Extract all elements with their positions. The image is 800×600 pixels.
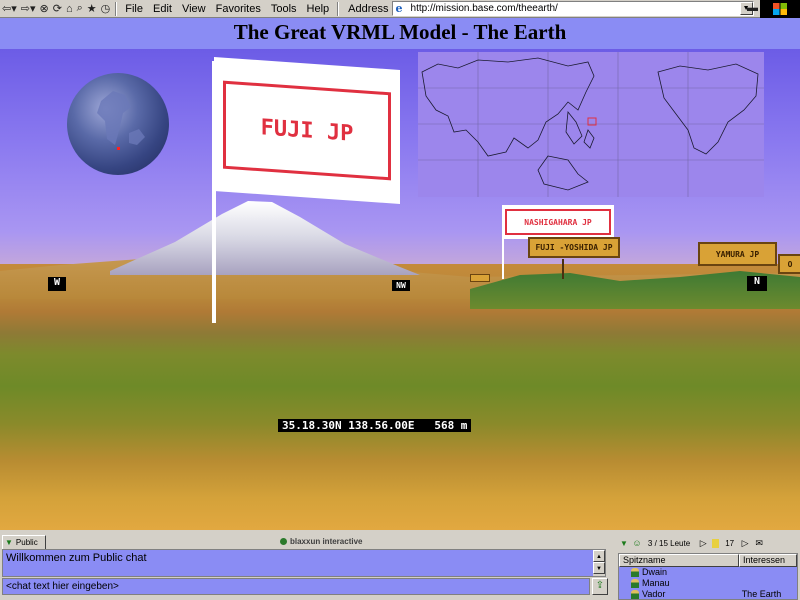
chevron-down-icon[interactable]: ▼ [620, 539, 628, 548]
scroll-up-icon[interactable]: ▲ [593, 550, 605, 562]
stop-icon[interactable]: ⊗ [38, 1, 51, 17]
flag-nashigahara-label: NASHIGAHARA JP [505, 209, 611, 235]
chat-scrollbar[interactable]: ▲ ▼ [593, 550, 605, 576]
avatar-icon [631, 579, 639, 588]
minimize-icon[interactable]: ▬ [745, 0, 760, 16]
back-icon[interactable]: ⇦▾ [0, 1, 19, 17]
people-icon: ☺ [632, 538, 642, 548]
user-name: Dwain [642, 567, 668, 577]
sign-fuji-yoshida[interactable]: FUJI -YOSHIDA JP [528, 237, 620, 258]
user-name: Vador [642, 589, 666, 599]
forward-icon[interactable]: ⇨▾ [19, 1, 38, 17]
coordinates-readout: 35.18.30N 138.56.00E 568 m [278, 419, 472, 432]
page-title: The Great VRML Model - The Earth [0, 18, 800, 49]
menu-favorites[interactable]: Favorites [211, 3, 266, 15]
list-item[interactable]: Dwain [619, 567, 797, 578]
toolbar-separator [115, 1, 118, 16]
avatar-icon [631, 568, 639, 577]
direction-label-northwest: NW [392, 280, 410, 291]
refresh-icon[interactable]: ⟳ [51, 1, 64, 17]
location-marker [117, 147, 120, 150]
user-interests [738, 567, 797, 578]
page-icon: e [395, 1, 403, 15]
people-count: 3 / 15 Leute [647, 538, 691, 548]
mount-fuji [110, 201, 420, 275]
menu-help[interactable]: Help [302, 3, 335, 15]
people-panel: ▼ ☺ 3 / 15 Leute ▷ 17 ▷ ✉ Spitzname Inte… [616, 533, 800, 600]
page-icon [712, 538, 720, 548]
sign-yamura[interactable]: YAMURA JP [698, 242, 777, 266]
flag-nashigahara[interactable]: NASHIGAHARA JP [502, 205, 614, 239]
menu-tools[interactable]: Tools [266, 3, 302, 15]
sign-edge[interactable]: O [778, 254, 800, 274]
search-icon[interactable]: ⌕ [75, 1, 85, 17]
play-icon[interactable]: ▷ [698, 538, 708, 548]
flag-fuji-label: FUJI JP [223, 80, 391, 181]
tab-public[interactable]: ▼ Public [2, 535, 46, 549]
home-icon[interactable]: ⌂ [64, 1, 75, 17]
world-map[interactable] [418, 52, 764, 197]
tab-public-label: Public [15, 538, 38, 547]
avatar-icon [631, 590, 639, 599]
flag-fuji[interactable]: FUJI JP [214, 57, 400, 205]
menu-view[interactable]: View [177, 3, 211, 15]
menu-file[interactable]: File [120, 3, 148, 15]
address-label: Address [348, 2, 389, 15]
brand-label: blaxxun interactive [280, 537, 362, 546]
chat-welcome-message: Willkommen zum Public chat [6, 552, 147, 564]
vrml-scene[interactable]: W NW N FUJI JP NASHIGAHARA JP FUJI -YOSH… [0, 49, 800, 530]
menu-edit[interactable]: Edit [148, 3, 177, 15]
people-list-header: Spitzname Interessen [619, 554, 797, 567]
scroll-down-icon[interactable]: ▼ [593, 562, 605, 574]
user-interests: The Earth [741, 589, 782, 599]
globe-continents [97, 91, 145, 145]
user-interests [738, 578, 797, 589]
people-counter: 17 [725, 538, 735, 548]
small-sign [470, 274, 490, 282]
column-header-interests[interactable]: Interessen [739, 554, 797, 567]
address-bar[interactable]: e http://mission.base.com/theearth/ ▼ [391, 1, 754, 16]
favorites-icon[interactable]: ★ [85, 1, 99, 17]
direction-label-north: N [747, 276, 767, 291]
direction-label-west: W [48, 277, 66, 291]
browser-toolbar: ⇦▾ ⇨▾ ⊗ ⟳ ⌂ ⌕ ★ ◷ File Edit View Favorit… [0, 0, 800, 18]
user-name: Manau [642, 578, 670, 588]
bottom-bar: ▼ Public blaxxun interactive Willkommen … [0, 530, 800, 600]
column-header-name[interactable]: Spitzname [619, 554, 739, 567]
play-icon[interactable]: ▷ [740, 538, 750, 548]
chat-input[interactable]: <chat text hier eingeben> [2, 578, 590, 595]
history-icon[interactable]: ◷ [99, 1, 113, 17]
chevron-down-icon[interactable]: ▼ [5, 538, 13, 547]
brand-text: blaxxun interactive [290, 537, 363, 546]
sign-post [562, 259, 564, 279]
list-item[interactable]: Vador The Earth [619, 589, 797, 599]
send-button[interactable]: ⇪ [592, 578, 608, 595]
people-list[interactable]: Spitzname Interessen Dwain Manau Vador T… [618, 553, 798, 600]
address-url[interactable]: http://mission.base.com/theearth/ [411, 3, 558, 14]
windows-logo-icon [760, 0, 800, 18]
world-map-outline [418, 52, 764, 197]
toolbar-separator [337, 1, 340, 16]
list-item[interactable]: Manau [619, 578, 797, 589]
blaxxun-logo-icon [280, 538, 287, 545]
message-icon[interactable]: ✉ [754, 538, 764, 548]
earth-globe[interactable] [67, 73, 169, 175]
chat-log[interactable]: Willkommen zum Public chat ▲ ▼ [2, 549, 606, 577]
chat-panel: ▼ Public blaxxun interactive Willkommen … [0, 533, 612, 600]
people-toolbar: ▼ ☺ 3 / 15 Leute ▷ 17 ▷ ✉ [616, 536, 800, 550]
